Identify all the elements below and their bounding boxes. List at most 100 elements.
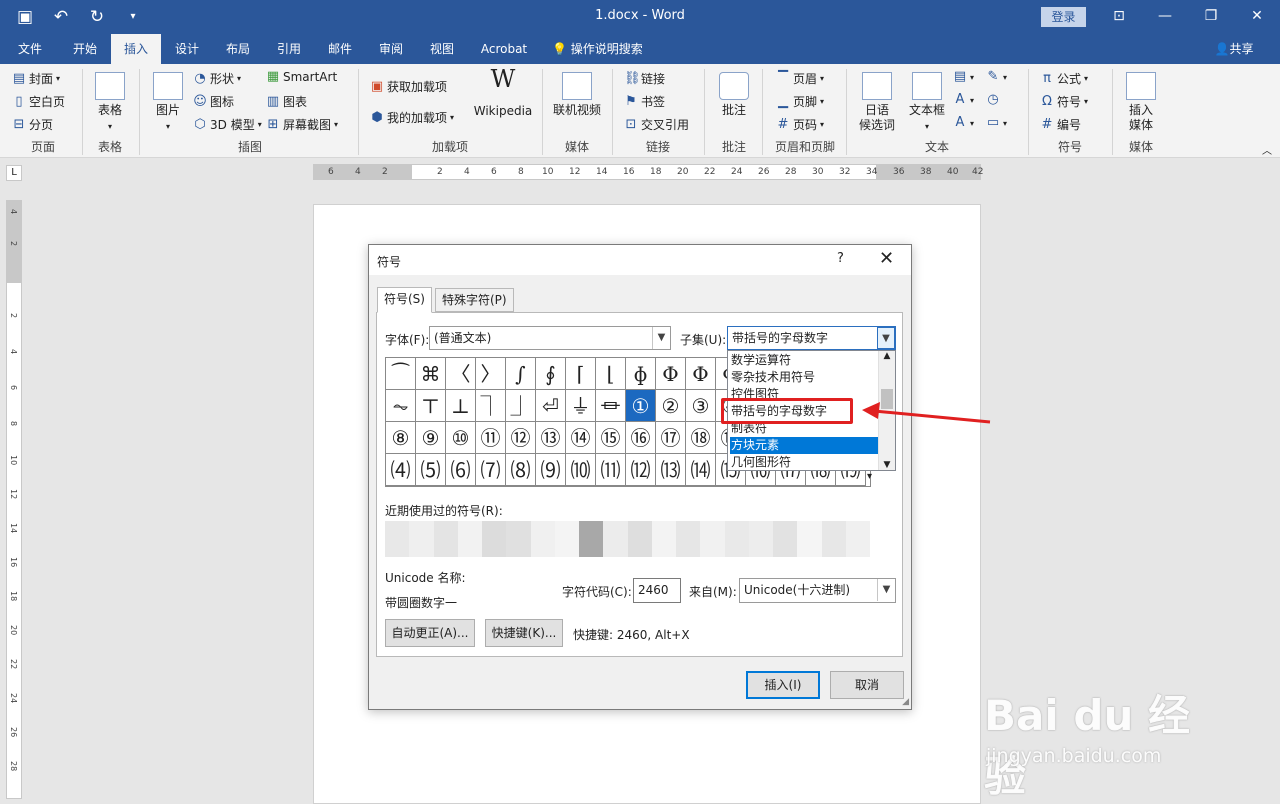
signature-line-button[interactable]: ✎ ▾ bbox=[986, 70, 1007, 84]
horizontal-ruler[interactable]: 6 4 2 2 4 6 8 10 12 14 16 18 20 22 24 26… bbox=[313, 164, 983, 180]
cross-reference-button[interactable]: ⊡ 交叉引用 bbox=[624, 116, 689, 133]
recent-symbol-cell[interactable] bbox=[603, 521, 628, 557]
cover-page-button[interactable]: ▤ 封面 ▾ bbox=[12, 70, 60, 87]
symbol-cell[interactable]: ⏌ bbox=[506, 390, 536, 422]
symbol-cell[interactable]: ⑧ bbox=[386, 422, 416, 454]
recent-symbol-cell[interactable] bbox=[433, 521, 458, 557]
symbol-cell[interactable]: ⑨ bbox=[416, 422, 446, 454]
quick-parts-button[interactable]: ▤ ▾ bbox=[953, 70, 974, 84]
symbol-cell[interactable]: ⏛ bbox=[596, 390, 626, 422]
shortcut-key-button[interactable]: 快捷键(K)... bbox=[485, 619, 563, 647]
text-box-button[interactable]: 文本框 ▾ bbox=[906, 72, 948, 134]
symbol-cell[interactable]: ⌈ bbox=[566, 358, 596, 390]
recent-symbol-cell[interactable] bbox=[554, 521, 579, 557]
chart-button[interactable]: ▥ 图表 bbox=[266, 93, 307, 110]
screenshot-button[interactable]: ⊞ 屏幕截图 ▾ bbox=[266, 116, 338, 133]
symbol-cell[interactable]: ⑩ bbox=[446, 422, 476, 454]
share-button[interactable]: 👤共享 bbox=[1206, 34, 1262, 64]
symbol-cell[interactable]: ③ bbox=[686, 390, 716, 422]
symbol-cell[interactable]: ∫ bbox=[506, 358, 536, 390]
login-button[interactable]: 登录 bbox=[1041, 7, 1086, 27]
minimize-icon[interactable]: — bbox=[1142, 0, 1188, 32]
recent-symbol-cell[interactable] bbox=[676, 521, 701, 557]
dropdown-item[interactable]: 方块元素 bbox=[730, 437, 878, 454]
recent-symbol-cell[interactable] bbox=[700, 521, 725, 557]
symbol-cell[interactable]: ⑯ bbox=[626, 422, 656, 454]
page-number-button[interactable]: # 页码 ▾ bbox=[776, 116, 824, 133]
recent-symbol-cell[interactable] bbox=[773, 521, 798, 557]
symbol-cell[interactable]: ⏦ bbox=[386, 390, 416, 422]
symbol-cell[interactable]: ⏎ bbox=[536, 390, 566, 422]
scroll-up-icon[interactable]: ▲ bbox=[879, 351, 895, 361]
recent-symbol-cell[interactable] bbox=[651, 521, 676, 557]
recent-symbol-cell[interactable] bbox=[579, 521, 604, 557]
wordart-button[interactable]: A ▾ bbox=[953, 93, 974, 107]
insert-button[interactable]: 插入(I) bbox=[746, 671, 820, 699]
blank-page-button[interactable]: ▯ 空白页 bbox=[12, 93, 65, 110]
symbol-cell[interactable]: 〈 bbox=[446, 358, 476, 390]
japanese-greetings-button[interactable]: 日语 候选词 bbox=[852, 72, 902, 133]
symbol-cell-selected[interactable]: ① bbox=[626, 390, 656, 422]
recent-symbol-cell[interactable] bbox=[845, 521, 870, 557]
get-addins-button[interactable]: ▣ 获取加载项 bbox=[370, 78, 447, 95]
comment-button[interactable]: 批注 bbox=[714, 72, 754, 118]
close-icon[interactable]: ✕ bbox=[879, 248, 894, 269]
collapse-ribbon-icon[interactable]: ︿ bbox=[1262, 142, 1272, 157]
recent-symbol-cell[interactable] bbox=[821, 521, 846, 557]
from-select[interactable]: Unicode(十六进制) ▼ bbox=[739, 578, 896, 603]
dropdown-item[interactable]: 几何图形符 bbox=[730, 454, 878, 471]
recent-symbol-cell[interactable] bbox=[482, 521, 507, 557]
symbol-cell[interactable]: 〉 bbox=[476, 358, 506, 390]
scroll-down-icon[interactable]: ▼ bbox=[879, 460, 895, 470]
recent-symbol-cell[interactable] bbox=[385, 521, 410, 557]
symbol-cell[interactable]: ⑺ bbox=[476, 454, 506, 486]
recent-symbol-cell[interactable] bbox=[748, 521, 773, 557]
symbol-button[interactable]: Ω 符号 ▾ bbox=[1040, 93, 1088, 110]
symbol-cell[interactable]: ⑸ bbox=[416, 454, 446, 486]
symbol-cell[interactable]: ⑪ bbox=[476, 422, 506, 454]
symbol-cell[interactable]: ⑱ bbox=[686, 422, 716, 454]
my-addins-button[interactable]: ⬢ 我的加载项 ▾ bbox=[370, 109, 454, 126]
symbol-cell[interactable]: ⑫ bbox=[506, 422, 536, 454]
header-button[interactable]: ▔ 页眉 ▾ bbox=[776, 70, 824, 87]
tab-special-characters[interactable]: 特殊字符(P) bbox=[435, 288, 514, 312]
symbol-cell[interactable]: ⑻ bbox=[506, 454, 536, 486]
tab-design[interactable]: 设计 bbox=[163, 34, 211, 64]
tab-view[interactable]: 视图 bbox=[418, 34, 466, 64]
symbol-cell[interactable]: ⏚ bbox=[566, 390, 596, 422]
date-time-button[interactable]: ◷ bbox=[986, 93, 1000, 107]
pictures-button[interactable]: 图片 ▾ bbox=[148, 72, 188, 134]
recent-symbol-cell[interactable] bbox=[506, 521, 531, 557]
number-button[interactable]: # 编号 bbox=[1040, 116, 1081, 133]
symbol-cell[interactable]: ⏋ bbox=[476, 390, 506, 422]
tab-mailings[interactable]: 邮件 bbox=[316, 34, 364, 64]
symbol-cell[interactable]: ⊤ bbox=[416, 390, 446, 422]
tell-me-search[interactable]: 💡 操作说明搜索 bbox=[552, 34, 664, 64]
resize-grip-icon[interactable]: ◢ bbox=[902, 697, 909, 707]
wikipedia-button[interactable]: W Wikipedia bbox=[472, 67, 534, 119]
insert-media-button[interactable]: 插入 媒体 bbox=[1120, 72, 1162, 133]
symbol-cell[interactable]: ⑾ bbox=[596, 454, 626, 486]
restore-icon[interactable]: ❐ bbox=[1188, 0, 1234, 32]
symbol-cell[interactable]: ⌘ bbox=[416, 358, 446, 390]
tab-insert[interactable]: 插入 bbox=[111, 34, 161, 64]
symbol-cell[interactable]: Φ bbox=[686, 358, 716, 390]
symbol-cell[interactable]: ɸ bbox=[626, 358, 656, 390]
tab-file[interactable]: 文件 bbox=[8, 34, 52, 64]
symbol-cell[interactable]: Φ bbox=[656, 358, 686, 390]
page-break-button[interactable]: ⊟ 分页 bbox=[12, 116, 53, 133]
symbol-cell[interactable]: ② bbox=[656, 390, 686, 422]
tab-home[interactable]: 开始 bbox=[60, 34, 110, 64]
recent-symbol-cell[interactable] bbox=[457, 521, 482, 557]
subset-select[interactable]: 带括号的字母数字 ▼ bbox=[727, 326, 896, 350]
close-icon[interactable]: ✕ bbox=[1234, 0, 1280, 32]
tab-layout[interactable]: 布局 bbox=[214, 34, 262, 64]
symbol-cell[interactable]: ⑰ bbox=[656, 422, 686, 454]
footer-button[interactable]: ▁ 页脚 ▾ bbox=[776, 93, 824, 110]
cancel-button[interactable]: 取消 bbox=[830, 671, 904, 699]
symbol-cell[interactable]: ⑬ bbox=[536, 422, 566, 454]
drop-cap-button[interactable]: A ▾ bbox=[953, 116, 974, 130]
vertical-ruler[interactable]: 4 2 2 4 6 8 10 12 14 16 18 20 22 24 26 2… bbox=[6, 200, 22, 799]
symbol-cell[interactable]: ⑷ bbox=[386, 454, 416, 486]
char-code-input[interactable]: 2460 bbox=[633, 578, 681, 603]
